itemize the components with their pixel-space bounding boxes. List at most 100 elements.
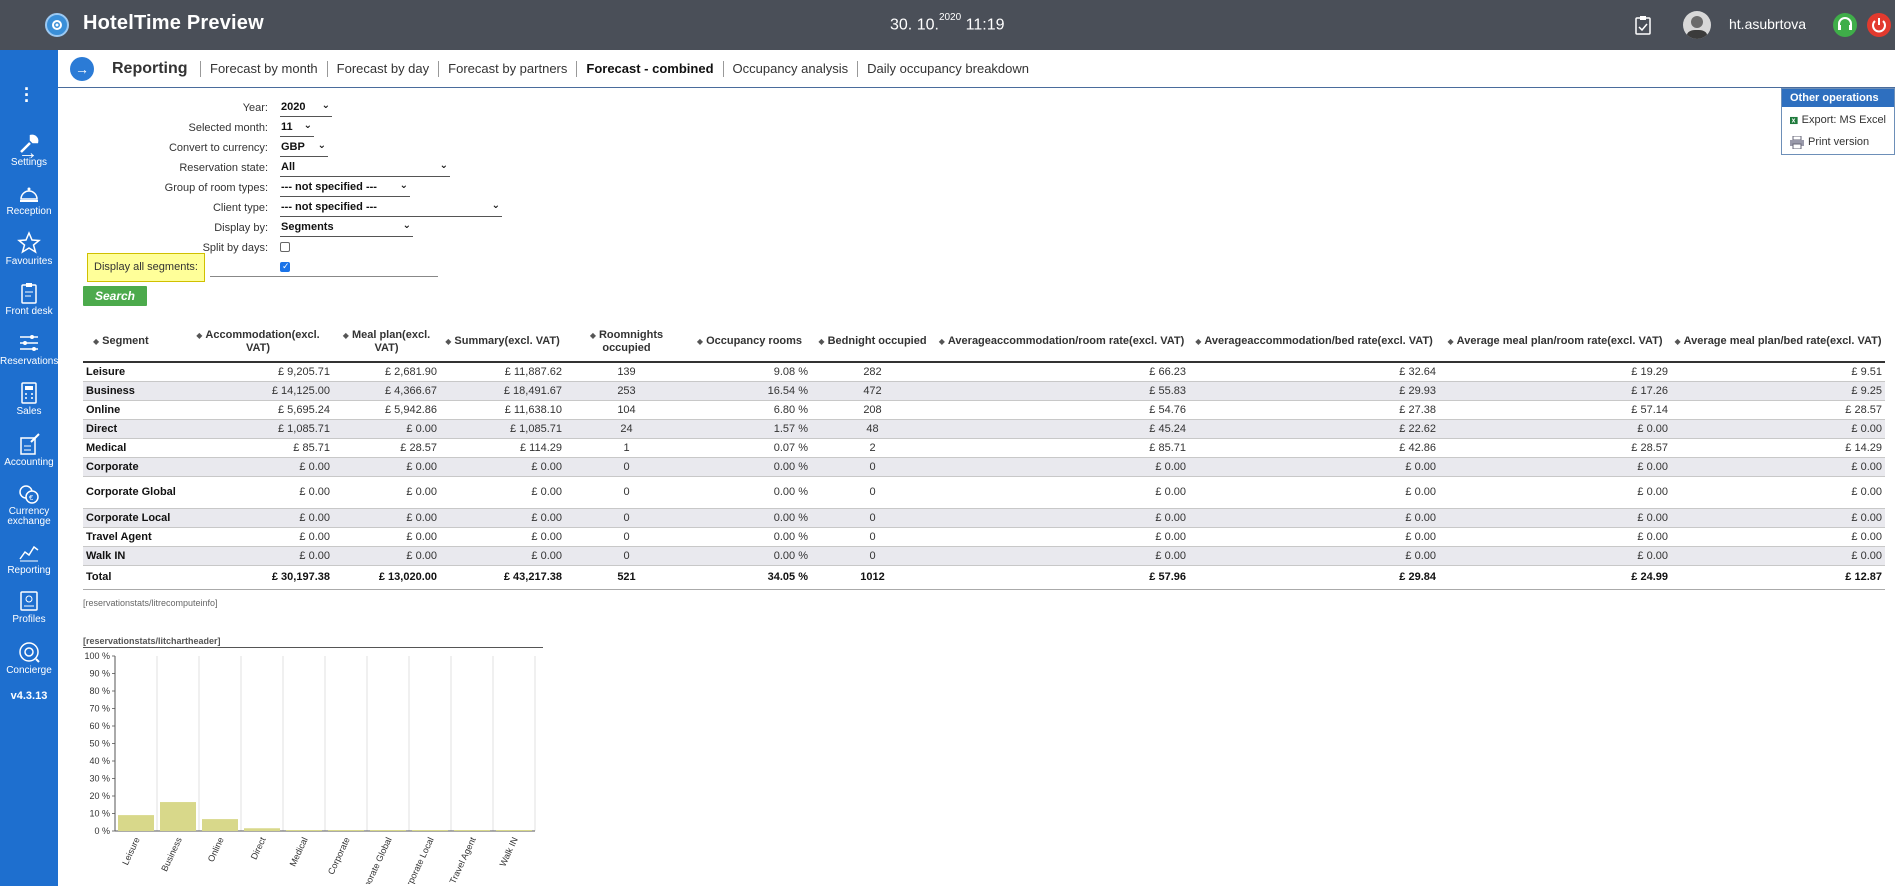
back-arrow-button[interactable]: → xyxy=(70,57,94,81)
tab-forecast-by-month[interactable]: Forecast by month xyxy=(200,61,327,77)
table-cell: £ 0.00 xyxy=(1439,508,1671,528)
column-header[interactable]: ◆ Bednight occupied xyxy=(811,322,934,363)
filter-room-group: Group of room types: --- not specified -… xyxy=(70,180,450,198)
currency-select[interactable]: GBP ⌄ xyxy=(280,140,328,157)
room-group-select[interactable]: --- not specified --- ⌄ xyxy=(280,180,410,197)
reservation-state-select[interactable]: All ⌄ xyxy=(280,160,450,177)
sidebar-item-label: Profiles xyxy=(12,614,46,625)
table-cell: £ 0.00 xyxy=(183,527,333,547)
table-cell: £ 0.00 xyxy=(1671,457,1885,477)
search-button[interactable]: Search xyxy=(83,286,147,306)
table-cell: £ 0.00 xyxy=(440,457,565,477)
table-cell: £ 1,085.71 xyxy=(183,419,333,439)
table-cell: £ 85.71 xyxy=(934,438,1189,458)
clipboard-check-icon[interactable] xyxy=(1635,15,1651,35)
sidebar-item-currency-exchange[interactable]: € Currency exchange xyxy=(0,482,58,527)
table-cell: £ 0.00 xyxy=(1189,546,1439,566)
tab-daily-occupancy-breakdown[interactable]: Daily occupancy breakdown xyxy=(857,61,1038,77)
table-cell: 0 xyxy=(811,476,934,509)
calculator-icon xyxy=(21,382,37,404)
column-header[interactable]: ◆ Averageaccommodation/bed rate(excl. VAT… xyxy=(1189,322,1439,363)
filter-client-type: Client type: --- not specified --- ⌄ xyxy=(70,200,502,218)
compute-info-key: [reservationstats/litrecomputeinfo] xyxy=(83,598,218,608)
segment-name: Online xyxy=(83,400,183,420)
table-header-row: ◆ Segment ◆ Accommodation(excl. VAT) ◆ Meal p… xyxy=(83,322,1885,363)
sidebar-item-label: Favourites xyxy=(5,256,53,267)
settings-gear-logo-icon[interactable] xyxy=(45,13,69,37)
client-type-select[interactable]: --- not specified --- ⌄ xyxy=(280,200,502,217)
split-by-days-checkbox[interactable] xyxy=(280,242,290,252)
table-cell: £ 0.00 xyxy=(1439,457,1671,477)
table-cell: 0.00 % xyxy=(688,546,811,566)
y-tick-label: 50 % xyxy=(89,739,110,749)
print-version-label: Print version xyxy=(1808,136,1870,148)
other-operations-panel: Other operations X Export: MS Excel Prin… xyxy=(1781,88,1895,155)
sidebar-item-reservations[interactable]: Reservations xyxy=(0,331,58,367)
sidebar-item-front-desk[interactable]: Front desk xyxy=(0,281,58,317)
chevron-down-icon: ⌄ xyxy=(317,140,326,151)
sidebar-item-reporting[interactable]: Reporting xyxy=(0,540,58,576)
table-cell: £ 0.00 xyxy=(934,527,1189,547)
column-header[interactable]: ◆ Segment xyxy=(83,322,183,363)
sidebar-item-reception[interactable]: Reception xyxy=(0,181,58,217)
display-all-segments-label: Display all segments: xyxy=(94,261,198,273)
column-header[interactable]: ◆ Meal plan(excl. VAT) xyxy=(333,322,440,363)
username[interactable]: ht.asubrtova xyxy=(1729,16,1806,32)
table-cell: 104 xyxy=(565,400,688,420)
currency-label: Convert to currency: xyxy=(168,142,268,154)
month-select[interactable]: 11 ⌄ xyxy=(280,120,314,137)
table-cell: £ 17.26 xyxy=(1439,381,1671,401)
table-cell: £ 0.00 xyxy=(934,457,1189,477)
tab-forecast-by-partners[interactable]: Forecast by partners xyxy=(438,61,576,77)
tab-forecast-combined[interactable]: Forecast - combined xyxy=(576,61,722,77)
column-header[interactable]: ◆ Roomnights occupied xyxy=(565,322,688,363)
table-cell: £ 0.00 xyxy=(333,508,440,528)
column-header[interactable]: ◆ Occupancy rooms xyxy=(688,322,811,363)
export-excel-link[interactable]: X Export: MS Excel xyxy=(1782,107,1894,129)
year-select[interactable]: 2020 ⌄ xyxy=(280,100,332,117)
filter-year: Year: 2020 ⌄ xyxy=(70,100,450,118)
tab-occupancy-analysis[interactable]: Occupancy analysis xyxy=(722,61,858,77)
sidebar-item-favourites[interactable]: Favourites xyxy=(0,231,58,267)
split-by-days-label: Split by days: xyxy=(202,242,268,254)
column-header-label: Averageaccommodation/bed rate(excl. VAT) xyxy=(1204,335,1433,347)
x-tick-label: Corporate xyxy=(326,836,352,877)
sidebar-item-concierge[interactable]: Concierge xyxy=(0,640,58,676)
display-all-segments-checkbox[interactable] xyxy=(280,261,290,272)
bar xyxy=(328,830,364,831)
x-tick-label: Travel Agent xyxy=(448,835,478,884)
client-type-value: --- not specified --- xyxy=(281,201,377,213)
table-cell: £ 0.00 xyxy=(440,546,565,566)
sidebar-item-profiles[interactable]: Profiles xyxy=(0,589,58,625)
sort-icon: ◆ xyxy=(818,337,825,346)
date-main: 30. 10. xyxy=(890,16,939,34)
column-header[interactable]: ◆ Summary(excl. VAT) xyxy=(440,322,565,363)
sidebar-item-settings[interactable]: Settings xyxy=(0,132,58,168)
table-cell: £ 28.57 xyxy=(1671,400,1885,420)
chart-icon xyxy=(19,545,39,562)
table-cell: 0 xyxy=(565,508,688,528)
support-headset-icon[interactable] xyxy=(1833,13,1857,37)
column-header[interactable]: ◆ Accommodation(excl. VAT) xyxy=(183,322,333,363)
bar xyxy=(286,830,322,831)
power-logout-icon[interactable] xyxy=(1867,13,1891,37)
column-header[interactable]: ◆ Average meal plan/room rate(excl. VAT) xyxy=(1439,322,1671,363)
more-menu-icon[interactable]: · · · xyxy=(24,80,30,110)
display-by-select[interactable]: Segments ⌄ xyxy=(280,220,413,237)
table-cell: £ 0.00 xyxy=(1439,527,1671,547)
user-avatar[interactable] xyxy=(1683,11,1711,39)
table-cell: 0.00 % xyxy=(688,508,811,528)
tab-forecast-by-day[interactable]: Forecast by day xyxy=(326,61,439,77)
table-row: Corporate Global £ 0.00 £ 0.00 £ 0.00 0 0.00 … xyxy=(83,476,1885,509)
table-cell: £ 0.00 xyxy=(333,527,440,547)
sidebar-item-accounting[interactable]: Accounting xyxy=(0,432,58,468)
column-header[interactable]: ◆ Averageaccommodation/room rate(excl. VA… xyxy=(934,322,1189,363)
table-cell: £ 18,491.67 xyxy=(440,381,565,401)
print-version-link[interactable]: Print version xyxy=(1782,129,1894,151)
table-cell: 0.07 % xyxy=(688,438,811,458)
column-header[interactable]: ◆ Average meal plan/bed rate(excl. VAT) xyxy=(1671,322,1885,363)
sliders-icon xyxy=(20,335,38,351)
total-cell: £ 30,197.38 xyxy=(183,564,333,590)
y-tick-label: 30 % xyxy=(89,774,110,784)
sidebar-item-sales[interactable]: Sales xyxy=(0,381,58,417)
